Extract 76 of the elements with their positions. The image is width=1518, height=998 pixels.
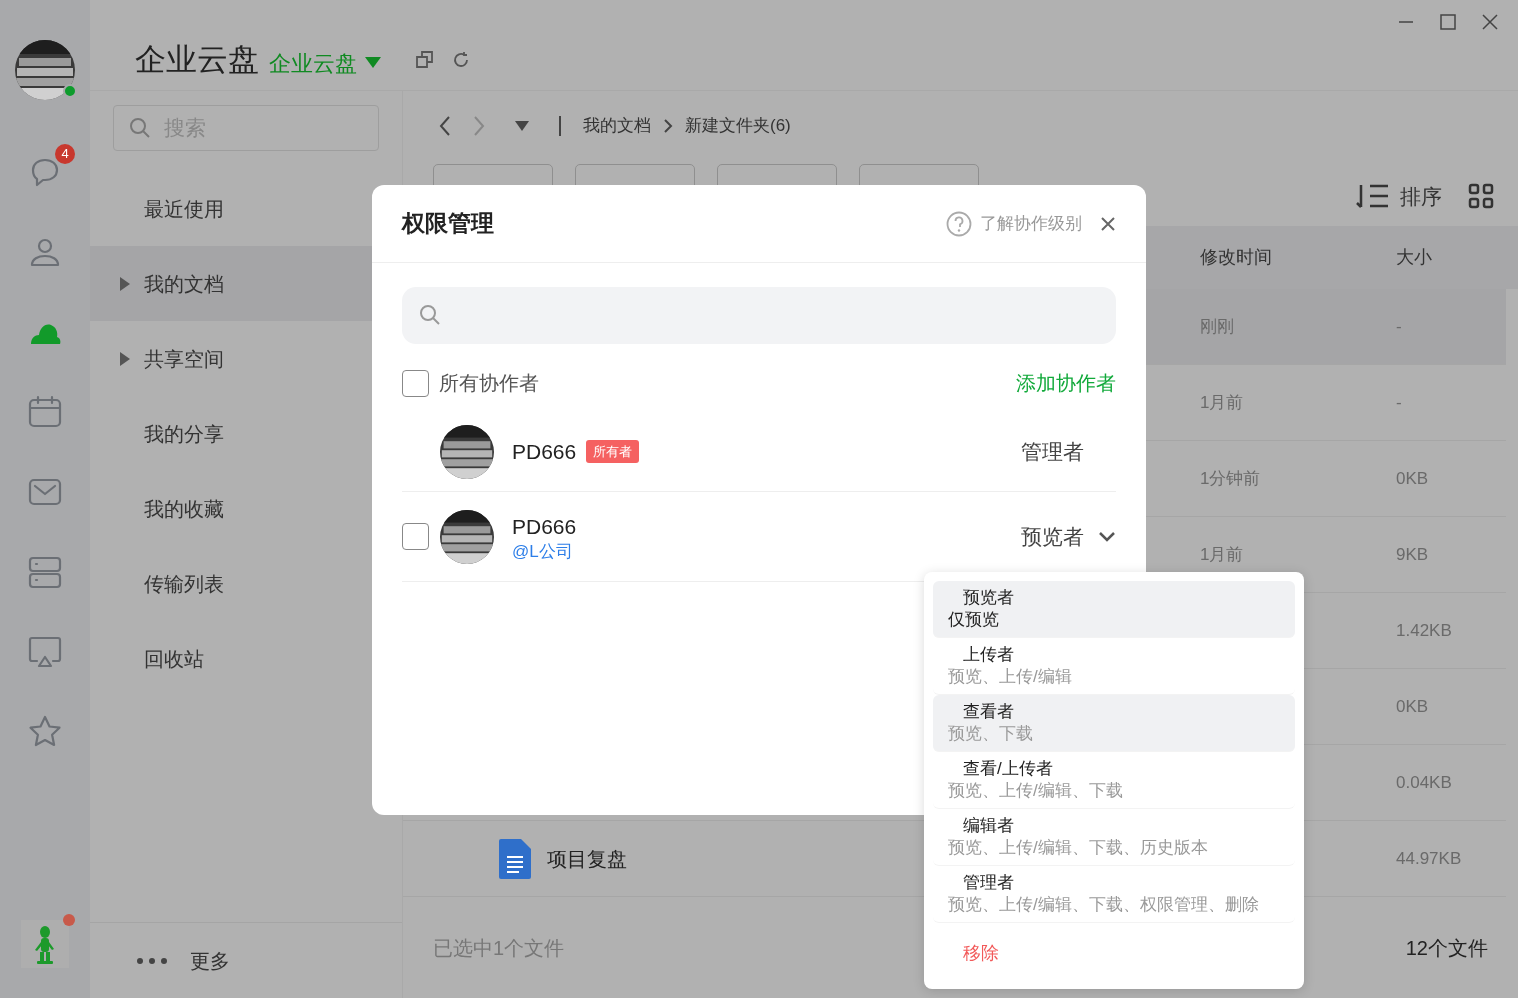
member-organization: @L公司 <box>512 542 574 563</box>
owner-tag: 所有者 <box>586 439 640 464</box>
more-icon[interactable] <box>136 956 168 965</box>
document-icon <box>499 838 531 879</box>
breadcrumb-link[interactable]: 我的文档 <box>583 113 651 139</box>
expand-arrow-icon[interactable] <box>120 351 130 366</box>
mascot-icon[interactable] <box>21 920 69 968</box>
app-title: 企业云盘 <box>135 40 259 79</box>
calendar-icon[interactable] <box>27 394 63 430</box>
role-title: 编辑者 <box>962 815 1015 837</box>
file-name: 项目复盘 <box>547 846 627 872</box>
member-search-field[interactable] <box>402 287 1116 344</box>
add-collaborator-link[interactable]: 添加协作者 <box>1016 368 1116 398</box>
table-cell-text: 1月前 <box>1200 543 1245 566</box>
role-option[interactable]: 编辑者 预览、上传/编辑、下载、历史版本 <box>933 809 1295 866</box>
table-cell-text: 刚刚 <box>1200 315 1235 338</box>
checkbox[interactable] <box>402 369 429 397</box>
role-label: 管理者 <box>1021 438 1084 465</box>
table-cell-text: 1月前 <box>1200 391 1245 414</box>
search-icon <box>418 303 442 327</box>
history-dropdown-icon[interactable] <box>515 121 529 131</box>
more-label[interactable]: 更多 <box>190 945 230 976</box>
caret-icon <box>365 57 381 69</box>
role-title: 预览者 <box>962 587 1015 609</box>
grid-view-icon[interactable] <box>1468 183 1494 210</box>
back-icon[interactable] <box>439 115 451 137</box>
chevron-down-icon <box>1098 530 1116 543</box>
chevron-right-icon <box>663 118 673 134</box>
sort-button[interactable]: 排序 <box>1356 180 1442 212</box>
member-name: PD666 <box>512 513 577 540</box>
remove-option[interactable]: 移除 <box>933 927 1295 979</box>
checkbox[interactable] <box>402 523 429 550</box>
role-option[interactable]: 管理者 预览、上传/编辑、下载、权限管理、删除 <box>933 866 1295 923</box>
server-icon[interactable] <box>27 554 63 590</box>
dialog-title: 权限管理 <box>402 209 494 239</box>
role-title: 查看/上传者 <box>962 758 1054 780</box>
role-description: 预览、上传/编辑、下载 <box>948 780 1124 802</box>
close-icon[interactable] <box>1100 215 1116 232</box>
column-header[interactable]: 大小 <box>1396 244 1432 271</box>
table-cell-text: - <box>1396 315 1402 338</box>
table-cell-text: 44.97KB <box>1396 847 1462 870</box>
sidebar-item[interactable]: 共享空间 <box>90 321 402 396</box>
member-name: PD666 <box>512 438 577 465</box>
table-cell-text: - <box>1396 391 1402 414</box>
table-cell-text: 0KB <box>1396 695 1429 718</box>
role-option[interactable]: 查看者 预览、下载 <box>933 695 1295 752</box>
table-cell-text: 1分钟前 <box>1200 467 1262 490</box>
role-title: 查看者 <box>962 701 1015 723</box>
role-description: 仅预览 <box>948 609 1000 631</box>
role-option[interactable]: 查看/上传者 预览、上传/编辑、下载 <box>933 752 1295 809</box>
help-icon[interactable] <box>946 210 972 237</box>
sort-icon <box>1356 183 1390 210</box>
role-title: 上传者 <box>962 644 1015 666</box>
breadcrumb-link[interactable]: 新建文件夹(6) <box>685 113 791 139</box>
table-cell-text: 0KB <box>1396 467 1429 490</box>
role-description: 预览、下载 <box>948 723 1034 745</box>
role-option[interactable]: 预览者 仅预览 <box>933 581 1295 638</box>
select-all-label[interactable]: 所有协作者 <box>439 368 539 398</box>
search-icon <box>129 117 151 139</box>
role-title: 管理者 <box>962 872 1015 894</box>
forward-icon[interactable] <box>473 115 485 137</box>
role-description: 预览、上传/编辑、下载、权限管理、删除 <box>948 894 1260 916</box>
refresh-icon[interactable] <box>451 50 471 70</box>
unread-badge: 4 <box>55 144 75 164</box>
selection-status: 已选中1个文件 <box>433 935 565 961</box>
role-description: 预览、上传/编辑、下载、历史版本 <box>948 837 1209 859</box>
role-description: 预览、上传/编辑 <box>948 666 1073 688</box>
expand-arrow-icon[interactable] <box>120 276 130 291</box>
popout-icon[interactable] <box>415 50 435 70</box>
file-count: 12个文件 <box>1405 935 1488 961</box>
column-header[interactable]: 修改时间 <box>1200 244 1396 271</box>
table-cell-text: 1.42KB <box>1396 619 1452 642</box>
table-cell-text: 9KB <box>1396 543 1429 566</box>
role-dropdown[interactable]: 预览者 <box>1021 520 1116 553</box>
table-cell-text: 0.04KB <box>1396 771 1452 794</box>
screen-share-icon[interactable] <box>27 634 63 670</box>
